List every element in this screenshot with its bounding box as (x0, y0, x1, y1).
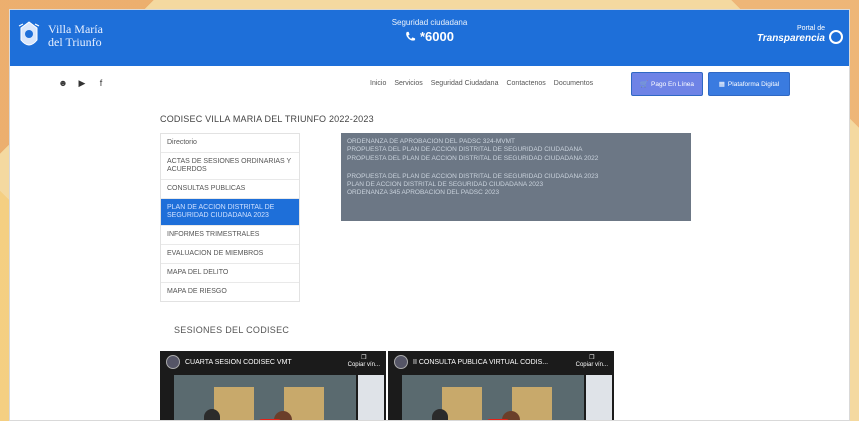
documents-panel: ORDENANZA DE APROBACION DEL PADSC 324-MV… (341, 133, 691, 221)
thumbnail-sidebar (358, 375, 384, 420)
portal-line-2: Transparencia (756, 33, 825, 44)
nav-row: ☻ ▶ f Inicio Servicios Seguridad Ciudada… (10, 66, 849, 110)
emergency-label: Seguridad ciudadana (391, 18, 468, 27)
copy-link-label: Copiar vín... (575, 362, 608, 368)
video-thumbnail (402, 375, 584, 420)
menu-item-inicio[interactable]: Inicio (370, 80, 386, 87)
menu-item-seguridad-ciudadana[interactable]: Seguridad Ciudadana (431, 80, 499, 87)
copy-link-label: Copiar vín... (347, 362, 380, 368)
sidebar-item-actas[interactable]: ACTAS DE SESIONES ORDINARIAS Y ACUERDOS (161, 153, 299, 180)
portal-icon (829, 30, 843, 44)
document-link[interactable]: PROPUESTA DEL PLAN DE ACCION DISTRITAL D… (347, 173, 685, 181)
phone-number: *6000 (420, 29, 454, 44)
video-embed[interactable]: II CONSULTA PÚBLICA VIRTUAL CODIS... ❐ C… (388, 351, 614, 420)
thumbnail-panel (214, 387, 254, 420)
video-header: CUARTA SESION CODISEC VMT ❐ Copiar vín..… (160, 351, 386, 373)
menu-item-servicios[interactable]: Servicios (394, 80, 422, 87)
sidebar-item-directorio[interactable]: Directorio (161, 134, 299, 153)
sidebar-item-informes[interactable]: INFORMES TRIMESTRALES (161, 226, 299, 245)
site-header: Villa María del Triunfo Seguridad ciudad… (10, 10, 849, 66)
channel-avatar[interactable] (166, 355, 180, 369)
sidebar-item-plan-accion[interactable]: PLAN DE ACCION DISTRITAL DE SEGURIDAD CI… (161, 199, 299, 226)
online-payment-label: Pago En Línea (651, 80, 695, 88)
copy-icon: ❐ (361, 355, 367, 361)
youtube-icon[interactable]: ▶ (77, 78, 87, 88)
browser-page: Villa María del Triunfo Seguridad ciudad… (9, 9, 850, 421)
thumbnail-person (432, 409, 448, 420)
facebook-icon[interactable]: f (96, 78, 106, 88)
menu-item-contactenos[interactable]: Contactenos (506, 80, 545, 87)
cart-icon: 🛒 (639, 81, 649, 88)
thumbnail-panel (442, 387, 482, 420)
digital-platform-label: Plataforma Digital (727, 80, 780, 88)
transparency-portal-link[interactable]: Portal de Transparencia (757, 24, 843, 44)
online-payment-button[interactable]: 🛒 Pago En Línea (631, 72, 703, 96)
thumbnail-sidebar (586, 375, 612, 420)
sidebar-item-mapa-riesgo[interactable]: MAPA DE RIESGO (161, 283, 299, 301)
page-title: CODISEC VILLA MARIA DEL TRIUNFO 2022-202… (160, 114, 374, 124)
copy-icon: ❐ (589, 355, 595, 361)
emergency-phone[interactable]: *6000 (405, 29, 454, 44)
sidebar-item-consultas[interactable]: CONSULTAS PUBLICAS (161, 180, 299, 199)
video-header: II CONSULTA PÚBLICA VIRTUAL CODIS... ❐ C… (388, 351, 614, 373)
document-link[interactable]: PLAN DE ACCION DISTRITAL DE SEGURIDAD CI… (347, 181, 685, 189)
digital-platform-button[interactable]: ▦ Plataforma Digital (708, 72, 790, 96)
document-link[interactable]: ORDENANZA 345 APROBACION DEL PADSC 2023 (347, 189, 685, 197)
sessions-heading: SESIONES DEL CODISEC (174, 325, 290, 335)
document-link[interactable]: PROPUESTA DEL PLAN DE ACCION DISTRITAL D… (347, 146, 685, 154)
video-embed[interactable]: CUARTA SESION CODISEC VMT ❐ Copiar vín..… (160, 351, 386, 420)
menu-item-documentos[interactable]: Documentos (554, 80, 593, 87)
grid-icon: ▦ (718, 81, 725, 88)
emergency-contact: Seguridad ciudadana *6000 (10, 18, 849, 47)
main-menu: Inicio Servicios Seguridad Ciudadana Con… (370, 80, 593, 87)
sidebar-item-mapa-delito[interactable]: MAPA DEL DELITO (161, 264, 299, 283)
document-link[interactable]: PROPUESTA DEL PLAN DE ACCION DISTRITAL D… (347, 155, 685, 163)
copy-link-button[interactable]: ❐ Copiar vín... (348, 355, 380, 369)
video-thumbnail (174, 375, 356, 420)
document-link[interactable]: ORDENANZA DE APROBACION DEL PADSC 324-MV… (347, 138, 685, 146)
copy-link-button[interactable]: ❐ Copiar vín... (576, 355, 608, 369)
user-icon[interactable]: ☻ (58, 78, 68, 88)
video-title[interactable]: CUARTA SESION CODISEC VMT (185, 359, 343, 366)
codisec-sidebar: Directorio ACTAS DE SESIONES ORDINARIAS … (160, 133, 300, 302)
video-title[interactable]: II CONSULTA PÚBLICA VIRTUAL CODIS... (413, 359, 571, 366)
phone-icon (406, 31, 416, 41)
social-links: ☻ ▶ f (58, 78, 106, 89)
sidebar-item-evaluacion[interactable]: EVALUACION DE MIEMBROS (161, 245, 299, 264)
thumbnail-person (204, 409, 220, 420)
portal-text: Portal de Transparencia (757, 24, 825, 44)
channel-avatar[interactable] (394, 355, 408, 369)
